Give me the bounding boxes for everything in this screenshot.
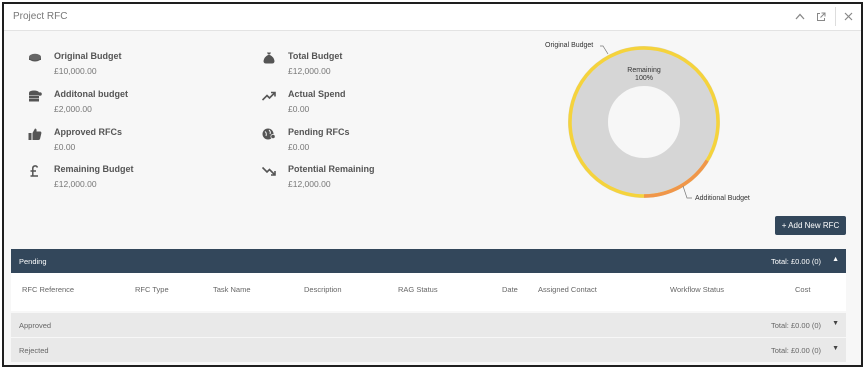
approved-label: Approved xyxy=(19,321,52,330)
col-rfc-reference[interactable]: RFC Reference xyxy=(22,285,74,294)
stat-label: Total Budget xyxy=(288,51,343,61)
stat-label: Pending RFCs xyxy=(288,127,350,137)
chevron-up-icon[interactable]: ▲ xyxy=(832,256,839,263)
chevron-up-icon xyxy=(795,13,804,20)
close-icon xyxy=(844,12,853,21)
rejected-group-header[interactable]: Rejected Total: £0.00 (0) ▼ xyxy=(11,338,846,362)
col-rag-status[interactable]: RAG Status xyxy=(398,285,438,294)
col-description[interactable]: Description xyxy=(304,285,342,294)
pending-group-header[interactable]: Pending Total: £0.00 (0) ▲ xyxy=(11,249,846,273)
donut-center-label: Remaining xyxy=(627,67,661,74)
donut-remaining-ring xyxy=(568,46,720,198)
original-budget-leader xyxy=(600,45,609,55)
col-rfc-type[interactable]: RFC Type xyxy=(135,285,169,294)
stat-value: £0.00 xyxy=(54,142,76,152)
stat-value: £0.00 xyxy=(288,142,310,152)
stat-label: Approved RFCs xyxy=(54,127,123,137)
stat-label: Additonal budget xyxy=(54,89,128,99)
col-workflow-status[interactable]: Workflow Status xyxy=(670,285,724,294)
add-new-rfc-button[interactable]: + Add New RFC xyxy=(775,216,846,235)
collapse-button[interactable] xyxy=(791,8,808,25)
donut-center-value: 100% xyxy=(635,75,653,82)
stat-label: Actual Spend xyxy=(288,89,346,99)
col-assigned-contact[interactable]: Assigned Contact xyxy=(538,285,597,294)
stat-value: £12,000.00 xyxy=(288,66,331,76)
thumbs-up-icon xyxy=(28,128,42,140)
approved-group-header[interactable]: Approved Total: £0.00 (0) ▼ xyxy=(11,313,846,337)
stat-label: Remaining Budget xyxy=(54,164,134,174)
stat-label: Potential Remaining xyxy=(288,164,375,174)
rejected-total: Total: £0.00 (0) xyxy=(770,346,821,355)
pending-total: Total: £0.00 (0) xyxy=(770,257,821,266)
trend-down-icon xyxy=(262,166,276,176)
panel-title: Project RFC xyxy=(13,11,68,22)
project-rfc-panel: Project RFC Original Budget £10,000.00 A… xyxy=(2,2,863,367)
approved-total: Total: £0.00 (0) xyxy=(770,321,821,330)
additional-budget-leader xyxy=(682,185,692,199)
stat-value: £0.00 xyxy=(288,104,310,114)
stat-value: £12,000.00 xyxy=(288,179,331,189)
col-date[interactable]: Date xyxy=(502,285,518,294)
donut-svg xyxy=(568,45,720,199)
close-button[interactable] xyxy=(840,8,857,25)
stat-value: £12,000.00 xyxy=(54,179,97,189)
budget-donut-chart: Original Budget Additional Budget Remain… xyxy=(524,38,774,216)
coin-stack-icon xyxy=(29,90,42,102)
col-cost[interactable]: Cost xyxy=(795,285,810,294)
chevron-down-icon[interactable]: ▼ xyxy=(832,320,839,327)
stat-value: £2,000.00 xyxy=(54,104,92,114)
globe-money-icon xyxy=(262,128,276,140)
external-link-icon xyxy=(816,12,825,21)
rfc-table-header: RFC Reference RFC Type Task Name Descrip… xyxy=(11,273,846,311)
trend-up-icon xyxy=(262,91,276,101)
popout-button[interactable] xyxy=(812,8,829,25)
stat-label: Original Budget xyxy=(54,51,122,61)
pound-icon xyxy=(30,165,39,177)
coin-icon xyxy=(29,53,41,62)
rejected-label: Rejected xyxy=(19,346,49,355)
stat-value: £10,000.00 xyxy=(54,66,97,76)
money-bag-icon xyxy=(263,52,275,64)
donut-label-additional: Additional Budget xyxy=(695,195,750,202)
panel-titlebar: Project RFC xyxy=(4,4,861,31)
pending-label: Pending xyxy=(19,257,47,266)
col-task-name[interactable]: Task Name xyxy=(213,285,251,294)
donut-label-original: Original Budget xyxy=(545,42,594,49)
chevron-down-icon[interactable]: ▼ xyxy=(832,345,839,352)
